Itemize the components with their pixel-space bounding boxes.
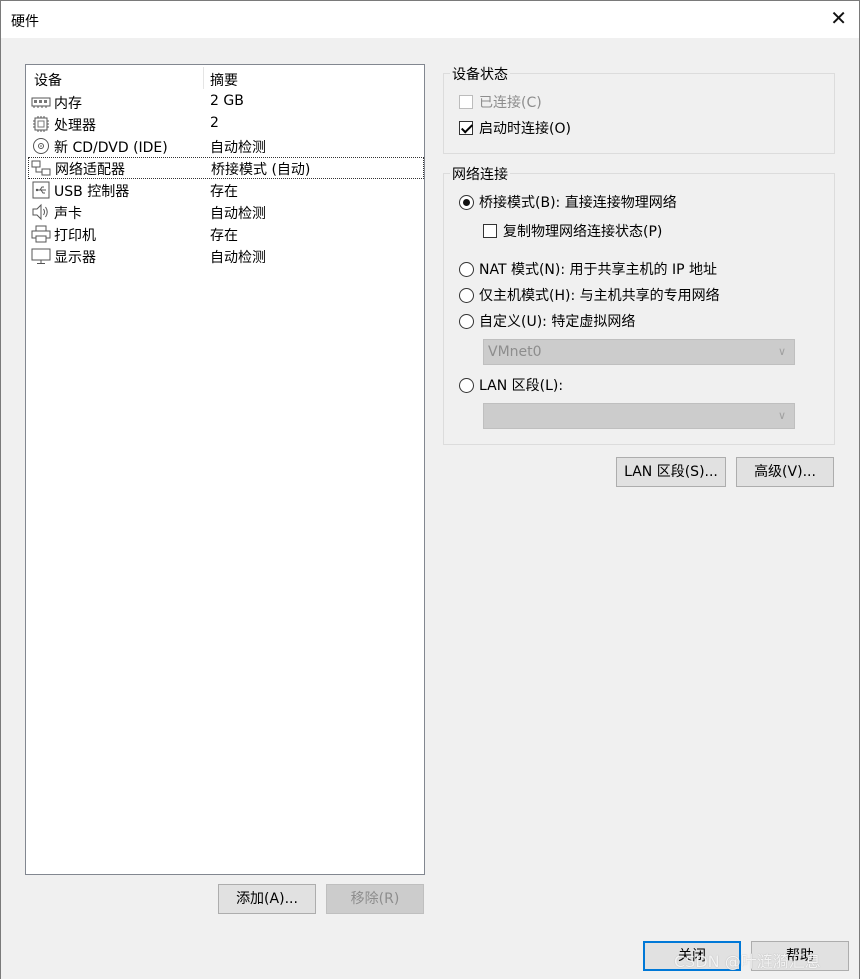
connect-at-power-on-box[interactable] [459, 121, 473, 135]
close-icon[interactable]: ✕ [830, 8, 847, 28]
chevron-down-icon: ∨ [777, 345, 786, 358]
device-name: 网络适配器 [55, 162, 125, 178]
list-header: 设备 摘要 [26, 65, 424, 91]
help-button[interactable]: 帮助 [751, 941, 849, 971]
replicate-state-checkbox[interactable]: 复制物理网络连接状态(P) [483, 221, 662, 241]
lan-segment-select[interactable]: ∨ [483, 403, 795, 429]
column-header-device[interactable]: 设备 [34, 70, 62, 90]
chevron-down-icon: ∨ [777, 409, 786, 422]
device-status-group [443, 73, 835, 154]
device-name: 声卡 [54, 206, 82, 222]
device-summary: 桥接模式 (自动) [211, 162, 311, 178]
device-summary: 自动检测 [210, 206, 266, 222]
connected-checkbox[interactable]: 已连接(C) [459, 92, 542, 112]
connect-at-power-on-checkbox[interactable]: 启动时连接(O) [459, 118, 571, 138]
device-name: 显示器 [54, 250, 96, 266]
device-status-label: 设备状态 [450, 64, 510, 84]
advanced-button[interactable]: 高级(V)... [736, 457, 834, 487]
device-name: 处理器 [54, 118, 96, 134]
lan-segment-radio[interactable]: LAN 区段(L): [459, 375, 563, 395]
custom-radio-dot[interactable] [459, 313, 474, 329]
bridged-label: 桥接模式(B): 直接连接物理网络 [479, 195, 677, 211]
processor-icon [31, 115, 51, 133]
title-bar: 硬件 ✕ [0, 0, 860, 38]
device-row-cd-dvd[interactable]: 新 CD/DVD (IDE) 自动检测 [28, 135, 424, 157]
nat-radio[interactable]: NAT 模式(N): 用于共享主机的 IP 地址 [459, 259, 717, 279]
device-name: 新 CD/DVD (IDE) [54, 140, 168, 156]
device-row-processor[interactable]: 处理器 2 [28, 113, 424, 135]
lan-segments-button[interactable]: LAN 区段(S)... [616, 457, 726, 487]
memory-icon [31, 93, 51, 111]
host-only-label: 仅主机模式(H): 与主机共享的专用网络 [479, 288, 720, 304]
device-summary: 存在 [210, 184, 238, 200]
device-summary: 2 [210, 115, 219, 131]
cd-dvd-icon [31, 137, 51, 155]
device-name: 打印机 [54, 228, 96, 244]
custom-label: 自定义(U): 特定虚拟网络 [479, 314, 636, 330]
device-summary: 自动检测 [210, 140, 266, 156]
custom-radio[interactable]: 自定义(U): 特定虚拟网络 [459, 311, 635, 331]
network-adapter-icon [31, 159, 51, 177]
replicate-state-box[interactable] [483, 224, 497, 238]
connect-at-power-on-label: 启动时连接(O) [479, 121, 571, 137]
speaker-icon [31, 203, 51, 221]
column-separator[interactable] [203, 67, 204, 89]
replicate-state-label: 复制物理网络连接状态(P) [503, 224, 663, 240]
nat-label: NAT 模式(N): 用于共享主机的 IP 地址 [479, 262, 717, 278]
network-connection-label: 网络连接 [450, 164, 510, 184]
bridged-radio[interactable]: 桥接模式(B): 直接连接物理网络 [459, 192, 677, 212]
window-border-left [0, 38, 1, 979]
device-name: 内存 [54, 96, 82, 112]
window-title: 硬件 [11, 14, 39, 30]
column-header-summary[interactable]: 摘要 [210, 70, 238, 90]
lan-segment-radio-dot[interactable] [459, 377, 474, 393]
monitor-icon [31, 247, 51, 265]
device-row-memory[interactable]: 内存 2 GB [28, 91, 424, 113]
device-row-sound-card[interactable]: 声卡 自动检测 [28, 201, 424, 223]
device-list[interactable]: 设备 摘要 内存 2 GB 处理器 2 新 CD/DVD (IDE) 自动检测 … [25, 64, 425, 875]
remove-button[interactable]: 移除(R) [326, 884, 424, 914]
device-summary: 存在 [210, 228, 238, 244]
connected-label: 已连接(C) [479, 95, 542, 111]
printer-icon [31, 225, 51, 243]
bridged-radio-dot[interactable] [459, 194, 474, 210]
device-summary: 自动检测 [210, 250, 266, 266]
device-name: USB 控制器 [54, 184, 130, 200]
nat-radio-dot[interactable] [459, 261, 474, 277]
host-only-radio-dot[interactable] [459, 287, 474, 303]
connected-checkbox-box[interactable] [459, 95, 473, 109]
lan-segment-label: LAN 区段(L): [479, 378, 564, 394]
host-only-radio[interactable]: 仅主机模式(H): 与主机共享的专用网络 [459, 285, 720, 305]
device-row-usb[interactable]: USB 控制器 存在 [28, 179, 424, 201]
device-row-network-adapter[interactable]: 网络适配器 桥接模式 (自动) [28, 157, 424, 179]
add-button[interactable]: 添加(A)... [218, 884, 316, 914]
device-row-display[interactable]: 显示器 自动检测 [28, 245, 424, 267]
close-button[interactable]: 关闭 [643, 941, 741, 971]
device-row-printer[interactable]: 打印机 存在 [28, 223, 424, 245]
usb-icon [31, 181, 51, 199]
vmnet-select-value: VMnet0 [488, 344, 542, 360]
device-summary: 2 GB [210, 93, 244, 109]
vmnet-select[interactable]: VMnet0 ∨ [483, 339, 795, 365]
